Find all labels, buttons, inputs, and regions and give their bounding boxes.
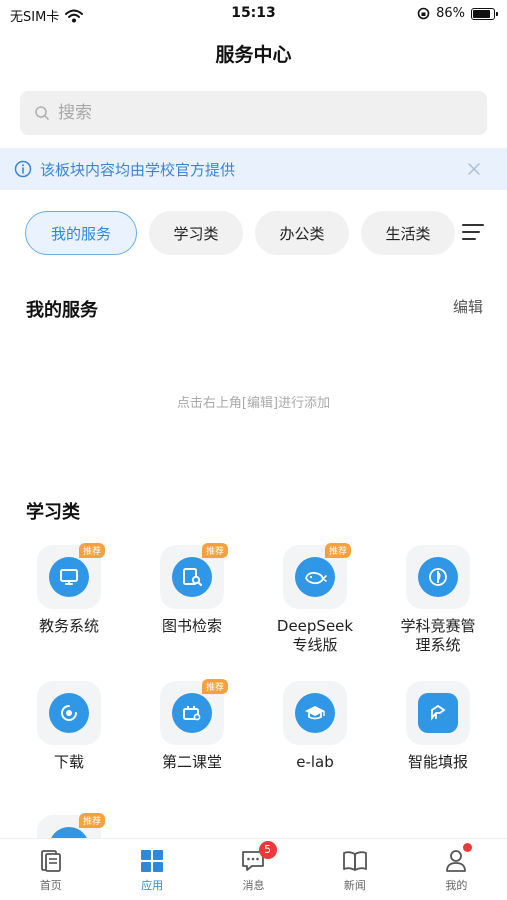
app-label: e-lab [296, 753, 334, 771]
app-label-line: 学科竞赛管 [400, 617, 476, 635]
app-label: 教务系统 [38, 617, 99, 635]
battery-status: 86% [417, 6, 498, 21]
app-label: 学科竞赛管 理系统 [378, 617, 498, 655]
tab-my-services[interactable]: 我的服务 [25, 211, 137, 255]
battery-icon [471, 7, 498, 20]
app-second-classroom[interactable]: 推荐 第二课堂 [132, 679, 252, 772]
notification-dot [463, 843, 473, 852]
app-competition[interactable]: 学科竞赛管 理系统 [378, 545, 498, 655]
bottom-nav: 首页 应用 5 消息 新闻 我的 [0, 838, 507, 900]
category-tabs: 我的服务 学习类 办公类 生活类 [25, 211, 455, 255]
app-library-search[interactable]: 推荐 图书检索 [132, 543, 252, 636]
app-deepseek[interactable]: 推荐 DeepSeek 专线版 [255, 543, 375, 655]
info-icon [14, 160, 32, 178]
app-label-line: DeepSeek [276, 617, 354, 635]
app-label: 智能填报 [407, 753, 468, 771]
whale-icon [305, 571, 327, 585]
page-title: 服务中心 [215, 44, 292, 66]
search-input[interactable] [58, 103, 458, 123]
recommended-badge: 推荐 [201, 679, 228, 694]
nav-label: 消息 [242, 879, 265, 892]
graduation-cap-icon [305, 706, 325, 720]
tab-office[interactable]: 办公类 [255, 211, 349, 255]
app-label: 图书检索 [161, 617, 222, 635]
empty-hint: 点击右上角[编辑]进行添加 [176, 396, 331, 411]
nav-news[interactable]: 新闻 [304, 839, 405, 900]
app-tile: 推荐 [160, 679, 228, 745]
study-section-title: 学习类 [26, 502, 80, 523]
app-tile: 推荐 [37, 543, 105, 609]
edit-button[interactable]: 编辑 [453, 296, 483, 317]
apps-grid-icon [141, 850, 164, 872]
battery-percent: 86% [436, 6, 465, 21]
app-tile [283, 681, 347, 745]
app-smart-form[interactable]: 智能填报 [378, 681, 498, 772]
app-tile [406, 545, 470, 609]
battery-level [473, 9, 491, 18]
nav-home[interactable]: 首页 [0, 839, 101, 900]
app-tile: 推荐 [160, 543, 228, 609]
app-jiaowu[interactable]: 推荐 教务系统 [9, 543, 129, 636]
filter-menu-icon[interactable] [461, 220, 485, 244]
book-search-icon [183, 568, 202, 586]
status-bar: 无SIM卡 15:13 86% [0, 0, 507, 30]
nav-label: 我的 [445, 879, 468, 892]
nav-label: 应用 [141, 879, 164, 892]
message-count-badge: 5 [258, 841, 277, 859]
nav-label: 首页 [39, 879, 62, 892]
trophy-icon [429, 568, 447, 586]
monitor-icon [60, 569, 78, 585]
classroom-icon [183, 706, 201, 721]
app-tile [37, 681, 101, 745]
app-label: DeepSeek 专线版 [255, 617, 375, 655]
recommended-badge: 推荐 [78, 543, 105, 558]
home-doc-icon [40, 850, 61, 872]
nav-label: 新闻 [343, 879, 366, 892]
close-icon[interactable] [465, 160, 483, 178]
nav-apps[interactable]: 应用 [101, 839, 202, 900]
tab-study[interactable]: 学习类 [149, 211, 243, 255]
recommended-badge: 推荐 [324, 543, 351, 558]
search-bar[interactable] [20, 91, 487, 135]
app-label: 下载 [53, 753, 84, 771]
app-label-line: 理系统 [415, 636, 461, 654]
form-fill-icon [431, 704, 446, 721]
app-elab[interactable]: e-lab [255, 681, 375, 772]
notice-text: 该板块内容均由学校官方提供 [40, 160, 236, 179]
my-services-title: 我的服务 [26, 300, 98, 321]
search-icon [35, 106, 49, 120]
notice-banner: 该板块内容均由学校官方提供 [0, 148, 507, 190]
recommended-badge: 推荐 [78, 813, 105, 828]
app-download[interactable]: 下载 [9, 681, 129, 772]
news-book-icon [343, 851, 367, 871]
orientation-lock-icon [417, 7, 430, 20]
download-icon [61, 705, 77, 721]
app-label: 第二课堂 [161, 753, 222, 771]
tab-life[interactable]: 生活类 [361, 211, 455, 255]
recommended-badge: 推荐 [201, 543, 228, 558]
nav-profile[interactable]: 我的 [406, 839, 507, 900]
app-tile [406, 681, 470, 745]
app-label-line: 专线版 [292, 636, 338, 654]
app-tile: 推荐 [283, 543, 351, 609]
nav-messages[interactable]: 5 消息 [203, 839, 304, 900]
